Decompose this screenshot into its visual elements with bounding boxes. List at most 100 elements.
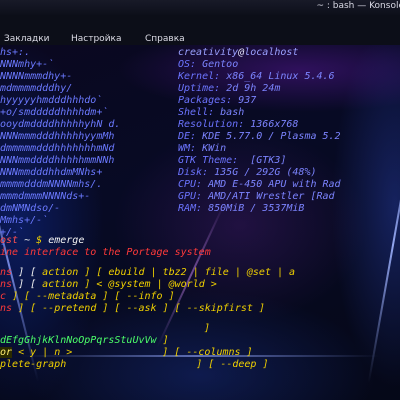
menu-help[interactable]: Справка [145,34,185,44]
sysinfo-key: Shell: [178,107,215,118]
background-light-beam [367,106,400,384]
sysinfo-key: DE: [178,131,197,142]
usage-bracket: ] [ [18,279,37,290]
sysinfo-kernel: Kernel: x86_64 Linux 5.4.6 [178,71,335,83]
usage-option: plete-graph [0,359,67,370]
usage-flags: ] [ --columns ] [162,347,253,358]
logo-line: mmmmdddmNNNNmhs/. [0,179,103,190]
usage-flags: ] [ --metadata ] [ --info ] [12,291,175,302]
prompt-symbol: $ [36,235,43,246]
sysinfo-value: AMD E-450 APU with Rad [208,179,341,190]
sysinfo-packages: Packages: 937 [178,95,256,107]
logo-line: hyyyyyhmdddhhhdo` [0,95,103,106]
sysinfo-value: 850MiB / 3537MiB [208,203,305,214]
sysinfo-value: Gentoo [202,59,239,70]
userhost-line: creativity@localhost [178,47,298,59]
sysinfo-value: 1366x768 [250,119,299,130]
usage-line: c ] [ --metadata ] [ --info ] [0,291,175,303]
logo-line: mmmdmmmNNNNds+- [0,191,91,202]
menu-bar: Закладки Настройка Справка [0,15,400,46]
sysinfo-value: 2d 9h 24m [226,83,281,94]
logo-line: NNNmhy+-` [0,59,55,70]
usage-flags: ] [204,323,211,334]
sysinfo-key: OS: [178,59,197,70]
usage-action: action [42,279,79,290]
sysinfo-disk: Disk: 135G / 292G (48%) [178,167,317,179]
logo-line: +o/smdddddhhhhdm+` [0,107,109,118]
logo-line: ooydmddddhhhhhyhN d. [0,119,121,130]
usage-line: ns ] [ action ] < @system | @world > [0,279,217,291]
menu-settings[interactable]: Настройка [71,34,122,44]
window-title: ~ : bash — Konsole [316,1,400,11]
usage-option: ns [0,303,13,314]
sysinfo-value: bash [220,107,245,118]
sysinfo-key: GPU: [178,191,203,202]
sysinfo-key: GTK Theme: [178,155,239,166]
prompt-path: ~ [24,235,31,246]
username: creativity [178,47,239,58]
usage-short-flags: dEfgGhjkKlnNoOpPqrsStuUvVw [0,335,157,346]
logo-line: hs+:. [0,47,31,58]
logo-line: mdmmmmdddhy/ [0,83,73,94]
usage-option: or [0,347,13,358]
usage-option: c [0,291,7,302]
usage-action: action [42,267,79,278]
sysinfo-key: Packages: [178,95,233,106]
sysinfo-uptime: Uptime: 2d 9h 24m [178,83,280,95]
prompt-command: emerge [48,235,85,246]
sysinfo-value: AMD/ATI Wrestler [Rad [208,191,335,202]
sysinfo-key: RAM: [178,203,203,214]
logo-line: dmNMNdso/- [0,203,61,214]
sysinfo-key: Resolution: [178,119,245,130]
sysinfo-gpu: GPU: AMD/ATI Wrestler [Rad [178,191,335,203]
usage-line: ns ] [ --pretend ] [ --ask ] [ --skipfir… [0,303,265,315]
sysinfo-key: Kernel: [178,71,221,82]
sysinfo-resolution: Resolution: 1366x768 [178,119,298,131]
usage-targets: ] [ ebuild | tbz2 | file | @set | a [84,267,296,278]
usage-bracket: ] [ [18,267,37,278]
sysinfo-key: Uptime: [178,83,221,94]
hostname: localhost [244,47,299,58]
logo-line: NNNmmddddhhhhhmmNNh [0,155,115,166]
terminal-area[interactable]: hs+:. NNNmhy+-` NNNNmmmdhy+- mdmmmmdddhy… [0,45,400,400]
sysinfo-cpu: CPU: AMD E-450 APU with Rad [178,179,341,191]
logo-line: dmmmmmdddhhhhhhhmNd [0,143,115,154]
sysinfo-de: DE: KDE 5.77.0 / Plasma 5.2 [178,131,341,143]
sysinfo-gtk-theme: GTK Theme: [GTK3] [178,155,286,167]
sysinfo-shell: Shell: bash [178,107,244,119]
prompt-host: ost [0,235,19,246]
usage-line: or < y | n > ] [ --columns ] [0,347,253,359]
sysinfo-value: [GTK3] [250,155,287,166]
logo-line: NNNmmdddhhdmMNhs+ [0,167,103,178]
menu-bookmarks[interactable]: Закладки [4,34,50,44]
sysinfo-key: Disk: [178,167,209,178]
usage-targets: ] < @system | @world > [84,279,217,290]
usage-option: ns [0,267,13,278]
sysinfo-wm: WM: KWin [178,143,226,155]
usage-choice: < y | n > [12,347,73,358]
logo-line: Mmhs+/-` [0,215,49,226]
sysinfo-value: 937 [238,95,257,106]
logo-line: NNNNmmmdhy+- [0,71,73,82]
prompt-line: ost ~ $ emerge [0,235,84,247]
sysinfo-value: KDE 5.77.0 / Plasma 5.2 [202,131,341,142]
sysinfo-value: x86_64 Linux 5.4.6 [226,71,335,82]
usage-flags: ] [162,335,169,346]
usage-line: dEfgGhjkKlnNoOpPqrsStuUvVw ] [0,335,169,347]
usage-line: ns ] [ action ] [ ebuild | tbz2 | file |… [0,267,295,279]
usage-option: ns [0,279,13,290]
sysinfo-key: CPU: [178,179,203,190]
konsole-window: ~ : bash — Konsole Закладки Настройка Сп… [0,0,400,400]
output-description: ine interface to the Portage system [0,247,211,258]
usage-line: plete-graph ] [ --deep ] [0,359,268,371]
sysinfo-os: OS: Gentoo [178,59,238,71]
sysinfo-ram: RAM: 850MiB / 3537MiB [178,203,304,215]
sysinfo-value: KWin [202,143,227,154]
sysinfo-value: 135G / 292G (48%) [214,167,317,178]
sysinfo-key: WM: [178,143,197,154]
title-bar[interactable]: ~ : bash — Konsole [0,0,400,15]
usage-line: ] [0,323,210,335]
usage-flags: ] [ --deep ] [196,359,269,370]
logo-line: NNNmmmdddhhhhhyymMh [0,131,115,142]
usage-flags: ] [ --pretend ] [ --ask ] [ --skipfirst … [18,303,265,314]
